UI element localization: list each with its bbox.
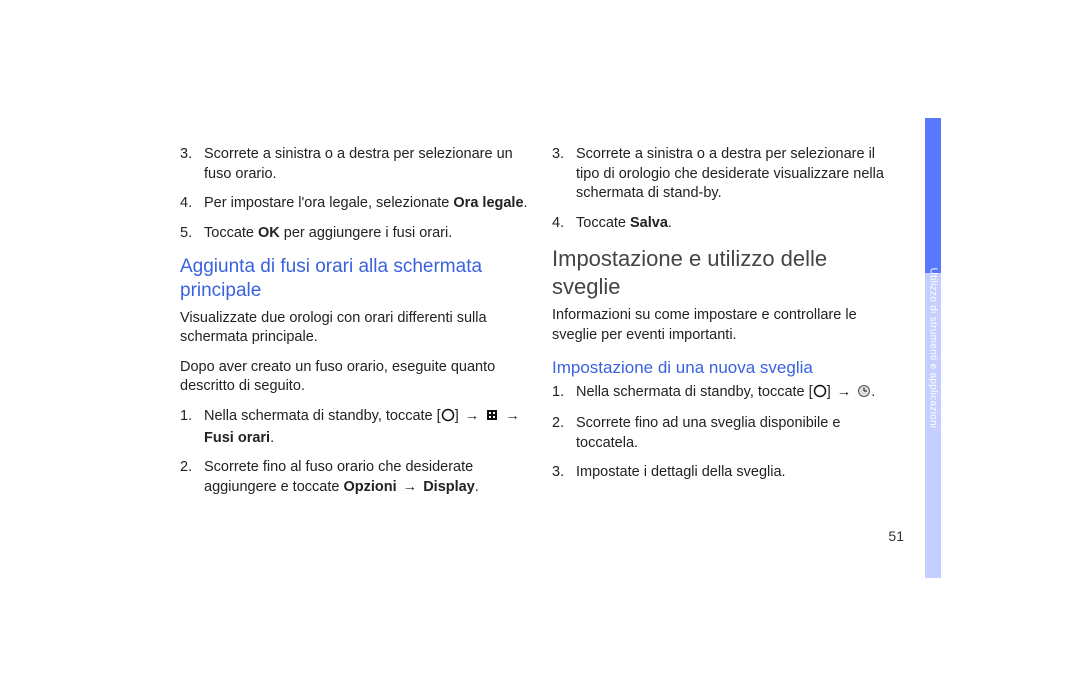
step-text: Scorrete a sinistra o a destra per selez…: [204, 146, 513, 182]
step-text: Nella schermata di standby, toccate [: [204, 408, 441, 424]
page-number: 51: [888, 528, 904, 544]
right-steps-top: 3. Scorrete a sinistra o a destra per se…: [552, 145, 900, 233]
bracket-close: ]: [827, 384, 831, 400]
step-item: 2. Scorrete fino al fuso orario che desi…: [180, 458, 528, 497]
step-item: 1. Nella schermata di standby, toccate […: [180, 407, 528, 448]
step-text: Scorrete a sinistra o a destra per selez…: [576, 146, 884, 201]
step-text: .: [524, 195, 528, 211]
step-number: 4.: [552, 214, 576, 234]
side-tab: Utilizzo di strumenti e applicazioni: [925, 118, 941, 578]
step-text: Nella schermata di standby, toccate [: [576, 384, 813, 400]
paragraph: Informazioni su come impostare e control…: [552, 306, 900, 345]
content-columns: 3. Scorrete a sinistra o a destra per se…: [180, 145, 900, 507]
step-text: .: [871, 384, 875, 400]
bold-text: Salva: [630, 215, 668, 231]
alarm-icon: [857, 384, 871, 405]
arrow-icon: →: [463, 407, 482, 427]
step-item: 4. Toccate Salva.: [552, 214, 900, 234]
step-number: 4.: [180, 194, 204, 214]
step-text: Toccate: [204, 225, 258, 241]
step-item: 2. Scorrete fino ad una sveglia disponib…: [552, 414, 900, 453]
section-heading: Aggiunta di fusi orari alla schermata pr…: [180, 255, 528, 303]
step-number: 1.: [552, 383, 576, 403]
tools-icon: [485, 408, 499, 429]
arrow-icon: →: [401, 478, 420, 498]
side-tab-dark: [925, 118, 941, 273]
arrow-icon: →: [835, 383, 854, 403]
step-item: 3. Scorrete a sinistra o a destra per se…: [180, 145, 528, 184]
key-icon: [441, 408, 455, 429]
step-text: Per impostare l'ora legale, selezionate: [204, 195, 453, 211]
step-number: 3.: [552, 463, 576, 483]
step-text: Toccate: [576, 215, 630, 231]
bold-text: Opzioni: [343, 479, 396, 495]
step-number: 1.: [180, 407, 204, 427]
bold-text: OK: [258, 225, 280, 241]
left-steps-top: 3. Scorrete a sinistra o a destra per se…: [180, 145, 528, 243]
bracket-close: ]: [455, 408, 459, 424]
step-item: 5. Toccate OK per aggiungere i fusi orar…: [180, 224, 528, 244]
sub-heading: Impostazione di una nuova sveglia: [552, 357, 900, 378]
paragraph: Visualizzate due orologi con orari diffe…: [180, 309, 528, 348]
bold-text: Display: [423, 479, 475, 495]
arrow-icon: →: [503, 407, 522, 427]
step-text: Impostate i dettagli della sveglia.: [576, 464, 786, 480]
step-number: 2.: [180, 458, 204, 478]
step-number: 3.: [552, 145, 576, 165]
left-column: 3. Scorrete a sinistra o a destra per se…: [180, 145, 528, 507]
side-tab-label: Utilizzo di strumenti e applicazioni: [928, 268, 939, 429]
step-text: .: [475, 479, 479, 495]
bold-text: Fusi orari: [204, 430, 270, 446]
step-text: .: [270, 430, 274, 446]
step-text: .: [668, 215, 672, 231]
step-item: 1. Nella schermata di standby, toccate […: [552, 383, 900, 405]
step-item: 4. Per impostare l'ora legale, seleziona…: [180, 194, 528, 214]
document-page: 3. Scorrete a sinistra o a destra per se…: [0, 0, 1080, 696]
left-steps-bottom: 1. Nella schermata di standby, toccate […: [180, 407, 528, 497]
step-number: 5.: [180, 224, 204, 244]
step-text: per aggiungere i fusi orari.: [280, 225, 453, 241]
step-item: 3. Scorrete a sinistra o a destra per se…: [552, 145, 900, 204]
step-text: Scorrete fino ad una sveglia disponibile…: [576, 415, 840, 451]
step-item: 3. Impostate i dettagli della sveglia.: [552, 463, 900, 483]
right-column: 3. Scorrete a sinistra o a destra per se…: [552, 145, 900, 507]
step-number: 3.: [180, 145, 204, 165]
key-icon: [813, 384, 827, 405]
paragraph: Dopo aver creato un fuso orario, eseguit…: [180, 358, 528, 397]
step-number: 2.: [552, 414, 576, 434]
main-heading: Impostazione e utilizzo delle sveglie: [552, 245, 900, 300]
right-steps-bottom: 1. Nella schermata di standby, toccate […: [552, 383, 900, 483]
bold-text: Ora legale: [453, 195, 523, 211]
